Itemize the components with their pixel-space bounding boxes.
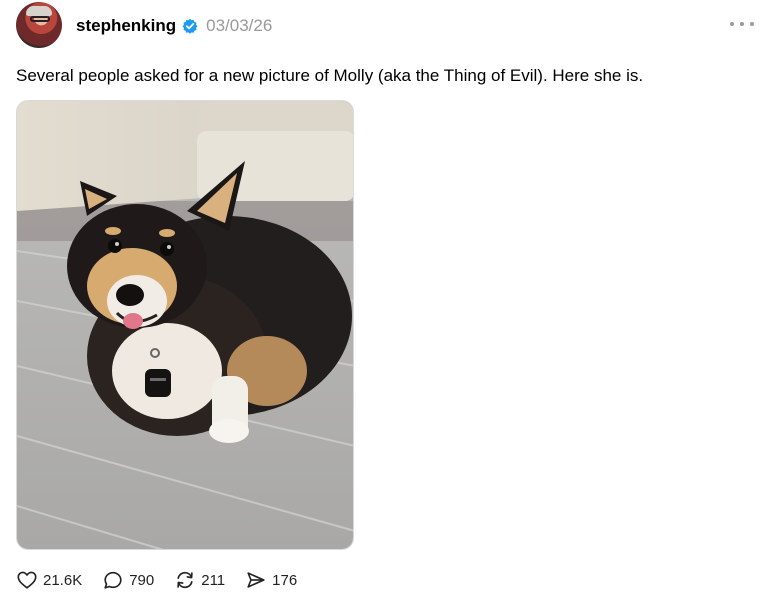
avatar-glasses bbox=[30, 16, 50, 22]
post: stephenking 03/03/26 Several people aske… bbox=[0, 0, 768, 604]
repost-icon bbox=[177, 571, 193, 589]
corgi-photo bbox=[17, 101, 353, 549]
more-options-icon[interactable] bbox=[730, 14, 754, 34]
action-bar: 21.6K 790 211 176 bbox=[16, 566, 317, 594]
more-dot bbox=[740, 22, 744, 26]
repost-button[interactable]: 211 bbox=[174, 569, 225, 591]
like-button[interactable]: 21.6K bbox=[16, 569, 82, 591]
repost-count: 211 bbox=[201, 571, 226, 589]
reply-count: 790 bbox=[129, 571, 155, 589]
avatar-hair bbox=[26, 6, 52, 16]
comment-icon bbox=[104, 571, 122, 589]
post-header: stephenking 03/03/26 bbox=[76, 14, 272, 38]
share-count: 176 bbox=[272, 571, 298, 589]
post-text: Several people asked for a new picture o… bbox=[16, 66, 644, 85]
like-count: 21.6K bbox=[43, 571, 83, 589]
timestamp[interactable]: 03/03/26 bbox=[206, 16, 272, 36]
send-icon bbox=[247, 572, 265, 588]
username[interactable]: stephenking bbox=[76, 16, 176, 36]
more-dot bbox=[750, 22, 754, 26]
more-dot bbox=[730, 22, 734, 26]
heart-icon bbox=[17, 571, 37, 589]
avatar[interactable] bbox=[16, 2, 62, 48]
verified-badge-icon bbox=[182, 18, 198, 34]
share-button[interactable]: 176 bbox=[245, 569, 297, 591]
reply-button[interactable]: 790 bbox=[102, 569, 154, 591]
post-image[interactable] bbox=[16, 100, 354, 550]
